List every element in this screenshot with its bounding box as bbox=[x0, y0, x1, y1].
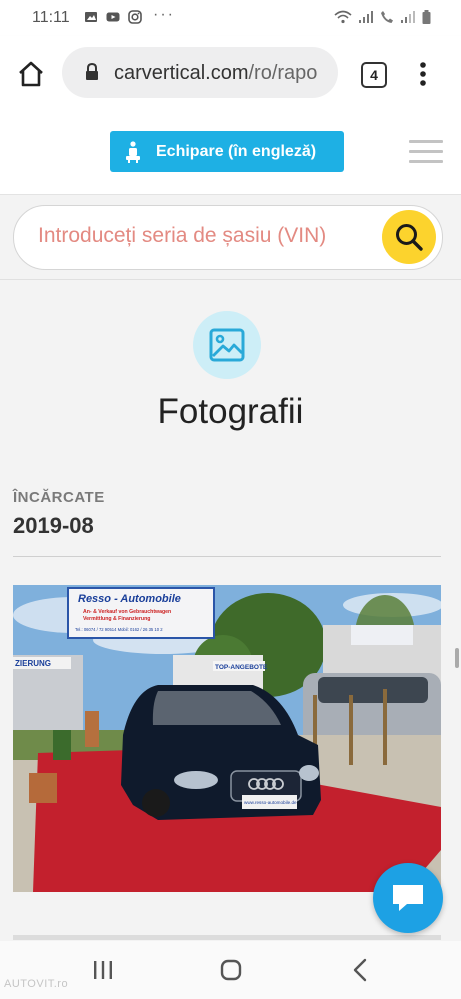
url-host: carvertical.com bbox=[114, 62, 249, 84]
vehicle-photo[interactable]: Resso - Automobile An- & Verkauf von Geb… bbox=[13, 585, 441, 892]
chat-icon bbox=[393, 885, 423, 911]
gallery-icon bbox=[85, 12, 97, 22]
seat-icon bbox=[126, 140, 140, 163]
dealer-sign-line1: An- & Verkauf von Gebrauchtwagen bbox=[83, 609, 171, 615]
browser-toolbar: carvertical.com/ro/rapo 4 bbox=[0, 36, 461, 110]
signal-2-icon bbox=[401, 11, 415, 23]
equipment-button[interactable]: Echipare (în engleză) bbox=[110, 131, 344, 172]
status-notification-icons bbox=[84, 10, 142, 24]
youtube-icon bbox=[106, 12, 120, 22]
home-icon[interactable] bbox=[17, 60, 45, 88]
chat-button[interactable] bbox=[373, 863, 443, 933]
photos-section: Fotografii ÎNCĂRCATE 2019-08 Resso - Aut… bbox=[0, 280, 461, 940]
section-title: Fotografii bbox=[157, 392, 304, 431]
status-more-dots: ··· bbox=[153, 6, 175, 23]
signal-icon bbox=[359, 11, 373, 23]
image-icon bbox=[209, 328, 245, 362]
vin-search-input[interactable] bbox=[38, 224, 368, 248]
url-path: /ro/rapo bbox=[248, 62, 318, 84]
battery-icon bbox=[422, 10, 431, 24]
equipment-button-label: Echipare (în engleză) bbox=[156, 142, 317, 160]
uploaded-date: 2019-08 bbox=[13, 513, 94, 538]
tab-switcher-button[interactable]: 4 bbox=[361, 62, 387, 88]
instagram-icon bbox=[128, 10, 142, 24]
license-plate-text: www.resso-automobile.de bbox=[244, 800, 297, 805]
vehicle-photo-illustration: Resso - Automobile An- & Verkauf von Geb… bbox=[13, 585, 441, 892]
watermark: AUTOVIT.ro bbox=[4, 978, 69, 990]
status-bar: 11:11 ··· bbox=[0, 0, 461, 36]
search-button[interactable] bbox=[382, 210, 436, 264]
back-icon[interactable] bbox=[352, 958, 368, 982]
status-time: 11:11 bbox=[32, 9, 70, 26]
scroll-indicator[interactable] bbox=[455, 648, 459, 668]
uploaded-label: ÎNCĂRCATE bbox=[13, 489, 105, 506]
page-header: Echipare (în engleză) bbox=[0, 110, 461, 195]
recent-apps-icon[interactable] bbox=[92, 960, 114, 980]
dealer-sign-line2: Vermittlung & Finanzierung bbox=[83, 616, 150, 622]
status-system-icons bbox=[334, 10, 431, 24]
dealer-sign-line3: Tel.: 06074 / 72 90514 Mobil: 0162 / 26 … bbox=[75, 627, 163, 632]
nav-home-icon[interactable] bbox=[220, 959, 242, 981]
wifi-icon bbox=[334, 10, 352, 24]
photo-section-badge bbox=[193, 311, 261, 379]
dealer-sign-title: Resso - Automobile bbox=[78, 593, 181, 605]
left-banner-text: ZIERUNG bbox=[15, 659, 51, 668]
address-bar[interactable]: carvertical.com/ro/rapo bbox=[62, 47, 338, 98]
section-divider bbox=[13, 556, 441, 557]
call-icon bbox=[381, 11, 393, 23]
vin-search-box bbox=[13, 205, 443, 270]
search-icon bbox=[396, 224, 423, 251]
vin-search-section bbox=[0, 195, 461, 280]
lock-icon bbox=[86, 63, 98, 80]
more-vert-icon[interactable] bbox=[418, 60, 428, 88]
url-text: carvertical.com/ro/rapo bbox=[114, 62, 326, 85]
next-card-edge bbox=[13, 935, 441, 940]
hamburger-menu-icon[interactable] bbox=[409, 140, 443, 164]
top-banner-text: TOP-ANGEBOTE bbox=[215, 664, 268, 671]
system-navigation-bar bbox=[0, 941, 461, 999]
